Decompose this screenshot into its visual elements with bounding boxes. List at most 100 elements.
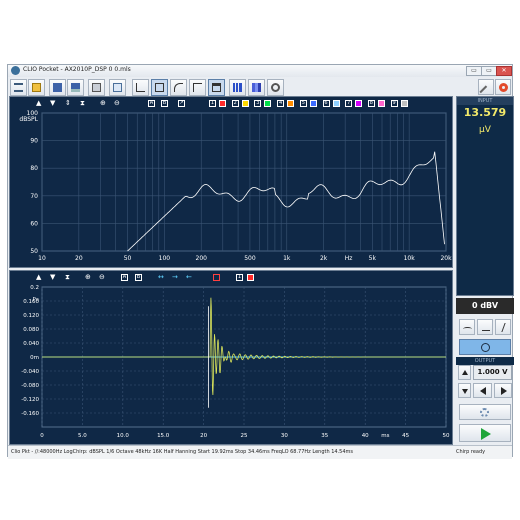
table-view-button[interactable] [208,79,225,96]
smoothing-button[interactable]: ↗ [178,100,185,107]
cursor-b-button[interactable]: B [161,100,168,107]
spectrum-button[interactable] [248,79,265,96]
overlay-swatch-4[interactable] [287,100,295,107]
overlay-swatch-6[interactable] [332,100,340,107]
settings-button[interactable] [459,404,511,420]
speaker-icon [271,83,280,92]
input-meter-panel: INPUT 13.579 μV [456,96,514,296]
status-left-text: Clio Pkt - //:48000Hz LogChirp: dBSPL 1/… [11,449,354,455]
app-logo-icon [11,66,20,75]
coupling-ground-button[interactable] [477,319,493,335]
coupling-ac-button[interactable] [459,319,475,335]
ground-icon [482,323,490,331]
print-button[interactable] [88,79,105,96]
check-icon [113,83,122,92]
window-view-button[interactable] [151,79,168,96]
fit-button[interactable]: ⧗ [80,100,85,107]
scale-up-button[interactable]: ▲ [36,100,41,107]
save-as-icon [71,83,80,92]
overlay-slot-1[interactable]: 1 [209,100,216,107]
freq-plot-toolbar: ▲ ▼ ⇕ ⧗ ⊕ ⊖ A B ↗ 1 2 3 4 5 6 7 8 9 [10,97,452,109]
ruler-button[interactable] [478,79,494,100]
overlay-swatch-7[interactable] [355,100,363,107]
time-overlay-slot-1[interactable]: 1 [236,274,243,281]
save-as-button[interactable] [67,79,84,96]
phantom-power-button[interactable] [495,319,511,335]
freq-y-tick-label: 90 [30,138,38,145]
save-icon [53,83,62,92]
overlay-swatch-1[interactable] [219,100,226,107]
time-overlay-red[interactable] [213,274,220,281]
overlay-slot-5[interactable]: 5 [299,100,307,107]
input-label: INPUT [457,97,513,105]
overlay-slot-9[interactable]: 9 [390,100,398,107]
help-button[interactable] [495,79,511,95]
freq-x-tick-label: 50 [124,255,132,262]
zoom-in-button[interactable]: ⊕ [100,100,106,107]
freq-x-tick-label: 5k [369,255,377,262]
time-zoom-out-button[interactable]: ⊖ [99,274,105,281]
scale-down-button[interactable]: ▼ [50,100,55,107]
play-icon [481,428,491,440]
time-fit-button[interactable]: ⧗ [65,274,70,281]
cursor-button[interactable] [189,79,206,96]
freq-x-tick-label: 10k [404,255,416,262]
frequency-response-plot[interactable]: ▲ ▼ ⇕ ⧗ ⊕ ⊖ A B ↗ 1 2 3 4 5 6 7 8 9 10 20 50 100 200… [9,96,453,268]
status-bar: Clio Pkt - //:48000Hz LogChirp: dBSPL 1/… [8,445,512,459]
output-power-button[interactable] [459,339,511,355]
impulse-view-button[interactable] [132,79,149,96]
impulse-chart: 0.20.1600.1200.0800.0400m-0.040-0.080-0.… [21,285,450,439]
auto-scale-button[interactable]: ⇕ [65,100,71,107]
play-button[interactable] [459,424,511,442]
check-button[interactable] [109,79,126,96]
impulse-response-plot[interactable]: ▲ ▼ ⧗ ⊕ ⊖ A B ↔ → ← 1 0.2 0.160 0.120 0.080… [9,270,453,445]
overlay-slot-6[interactable]: 6 [322,100,330,107]
overlay-swatch-8[interactable] [377,100,385,107]
menu-button[interactable] [10,79,27,96]
time-cursor-a-button[interactable]: A [121,274,128,281]
output-up-button[interactable] [458,365,471,380]
menu-icon [14,83,23,92]
freq-y-tick-label: 50 [30,248,38,255]
arrow-right-icon [501,387,507,395]
step-view-button[interactable] [170,79,187,96]
cursor-icon [193,83,202,92]
waterfall-button[interactable] [229,79,246,96]
window-start-button[interactable]: → [172,274,178,281]
output-left-button[interactable] [473,383,492,398]
window-both-button[interactable]: ↔ [158,274,164,281]
time-x-tick-label: 30 [281,433,288,439]
output-down-button[interactable] [458,383,471,398]
output-right-button[interactable] [494,383,512,398]
step-icon [174,83,183,92]
overlay-swatch-2[interactable] [241,100,249,107]
freq-y-tick-label: 60 [30,220,38,227]
time-scale-down-button[interactable]: ▼ [50,274,55,281]
overlay-swatch-5[interactable] [309,100,317,107]
waterfall-icon [233,83,242,92]
open-file-icon [32,83,41,92]
speaker-button[interactable] [267,79,284,96]
time-cursor-b-button[interactable]: B [135,274,142,281]
overlay-slot-2[interactable]: 2 [231,100,239,107]
open-file-button[interactable] [28,79,45,96]
status-right-text: Chirp ready [456,449,486,455]
time-zoom-in-button[interactable]: ⊕ [85,274,91,281]
save-button[interactable] [49,79,66,96]
cursor-a-button[interactable]: A [148,100,155,107]
print-icon [92,83,101,92]
overlay-slot-3[interactable]: 3 [254,100,262,107]
time-overlay-swatch-1[interactable] [247,274,254,281]
overlay-slot-7[interactable]: 7 [345,100,353,107]
minimize-button[interactable]: ▭ [466,66,482,76]
window-stop-button[interactable]: ← [186,274,192,281]
close-button[interactable]: ✕ [496,66,512,76]
output-level-display: 1.000 V [473,365,512,380]
time-scale-up-button[interactable]: ▲ [36,274,41,281]
maximize-button[interactable]: ▭ [481,66,497,76]
zoom-out-button[interactable]: ⊖ [114,100,120,107]
overlay-swatch-9[interactable] [400,100,408,107]
overlay-slot-4[interactable]: 4 [277,100,285,107]
overlay-swatch-3[interactable] [264,100,272,107]
overlay-slot-8[interactable]: 8 [367,100,375,107]
